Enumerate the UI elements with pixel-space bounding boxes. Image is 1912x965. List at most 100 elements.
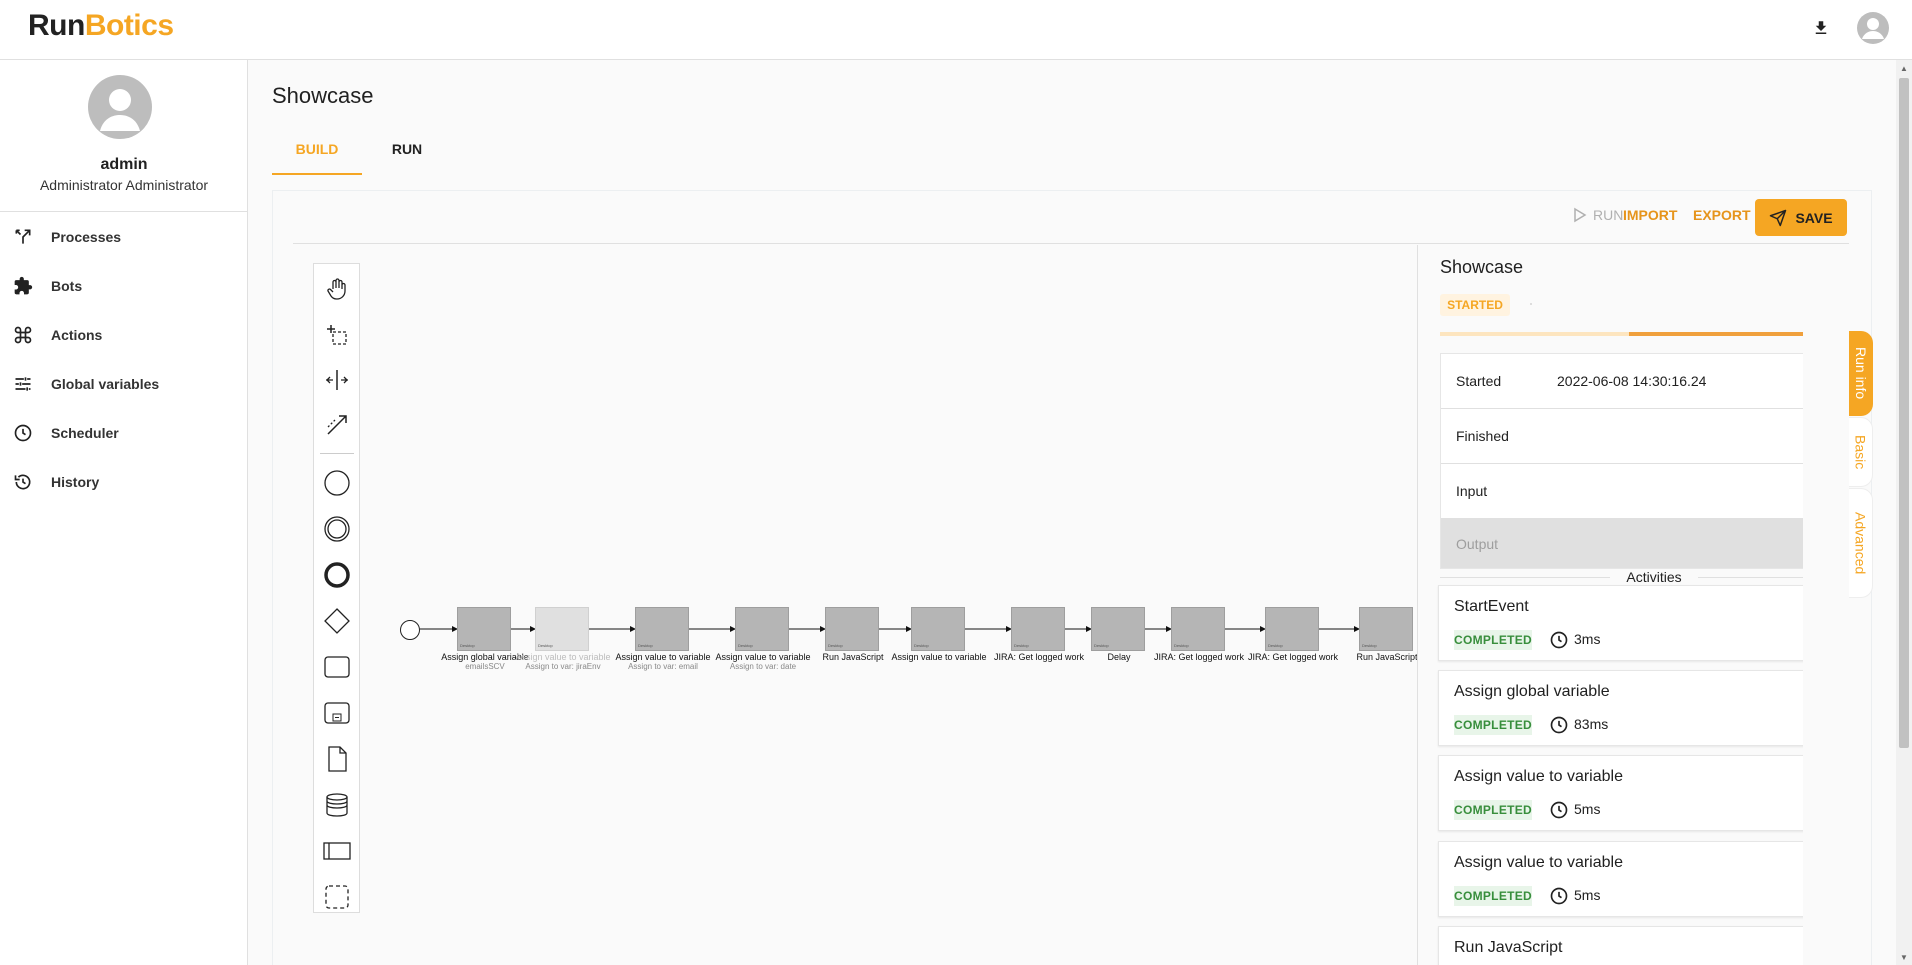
- user-avatar: [88, 75, 152, 139]
- lasso-tool-icon[interactable]: [320, 318, 354, 352]
- connect-tool-icon[interactable]: [320, 408, 354, 442]
- clock-icon: [1549, 800, 1569, 825]
- clock-icon: [1549, 630, 1569, 655]
- palette-divider: [320, 453, 354, 454]
- process-toolbar: RUN IMPORT EXPORT SAVE: [293, 191, 1849, 244]
- finished-row: Finished: [1441, 409, 1803, 464]
- run-button-label: RUN: [1593, 207, 1624, 223]
- task-node[interactable]: Desktop: [1011, 607, 1065, 651]
- download-icon[interactable]: [1804, 11, 1838, 45]
- send-icon: [1770, 209, 1787, 226]
- scrollbar-thumb[interactable]: [1899, 78, 1909, 748]
- app-logo[interactable]: RunBotics: [28, 9, 174, 43]
- group-tool-icon[interactable]: [320, 880, 354, 914]
- sidebar-item-processes[interactable]: Processes: [0, 212, 248, 261]
- pool-tool-icon[interactable]: [320, 834, 354, 868]
- start-event-tool-icon[interactable]: [320, 466, 354, 500]
- tool-palette: [313, 263, 360, 913]
- space-tool-icon[interactable]: [320, 363, 354, 397]
- activity-card[interactable]: Assign value to variable COMPLETED 5ms: [1438, 841, 1803, 917]
- top-bar: RunBotics: [0, 0, 1912, 60]
- task-tag: Desktop: [460, 643, 475, 648]
- gateway-tool-icon[interactable]: [320, 604, 354, 638]
- bpmn-canvas[interactable]: Desktop Assign global variable emailsSCV De…: [293, 245, 1417, 965]
- tab-advanced-label: Advanced: [1852, 511, 1869, 575]
- activity-card[interactable]: Assign global variable COMPLETED 83ms: [1438, 670, 1803, 746]
- activity-status-badge: COMPLETED: [1454, 715, 1532, 735]
- tab-run-info-label: Run info: [1853, 347, 1869, 400]
- task-node[interactable]: Desktop: [635, 607, 689, 651]
- tab-basic[interactable]: Basic: [1849, 417, 1873, 487]
- history-icon: [12, 471, 34, 493]
- tab-build[interactable]: BUILD: [272, 130, 362, 175]
- account-avatar-icon[interactable]: [1856, 11, 1890, 45]
- sidebar: admin Administrator Administrator Proces…: [0, 60, 248, 965]
- activity-name: Run JavaScript: [1454, 939, 1563, 956]
- tab-run[interactable]: RUN: [362, 130, 452, 175]
- sidebar-item-actions[interactable]: Actions: [0, 310, 248, 359]
- data-object-tool-icon[interactable]: [320, 742, 354, 776]
- activity-card[interactable]: Run JavaScript: [1438, 926, 1803, 965]
- task-tool-icon[interactable]: [320, 650, 354, 684]
- run-progress-indicator: [1629, 332, 1803, 336]
- task-node[interactable]: Desktop: [1091, 607, 1145, 651]
- sidebar-item-label: Bots: [51, 277, 83, 294]
- sidebar-item-global-variables[interactable]: Global variables: [0, 359, 248, 408]
- intermediate-event-tool-icon[interactable]: [320, 512, 354, 546]
- task-node[interactable]: Desktop: [911, 607, 965, 651]
- logo-text-botics: Botics: [84, 9, 174, 42]
- task-tag: Desktop: [914, 643, 929, 648]
- tab-advanced[interactable]: Advanced: [1849, 488, 1873, 598]
- task-tag: Desktop: [738, 643, 753, 648]
- task-tag: Desktop: [828, 643, 843, 648]
- processes-icon: [12, 226, 34, 248]
- output-label: Output: [1456, 535, 1499, 552]
- process-tabs: BUILD RUN: [272, 130, 452, 175]
- activity-duration: 5ms: [1574, 801, 1601, 817]
- logo-text-run: Run: [28, 9, 85, 42]
- save-button[interactable]: SAVE: [1755, 199, 1847, 236]
- page-title: Showcase: [272, 83, 374, 108]
- task-node[interactable]: Desktop: [1171, 607, 1225, 651]
- task-label-text: Delay: [1107, 652, 1131, 662]
- data-store-tool-icon[interactable]: [320, 788, 354, 822]
- export-button[interactable]: EXPORT: [1693, 207, 1751, 223]
- page-scrollbar[interactable]: ▲ ▼: [1896, 60, 1912, 965]
- run-button[interactable]: RUN: [1571, 207, 1623, 223]
- activity-name: Assign value to variable: [1454, 768, 1623, 785]
- task-tag: Desktop: [538, 643, 553, 648]
- started-row: Started 2022-06-08 14:30:16.24: [1441, 354, 1803, 409]
- started-value: 2022-06-08 14:30:16.24: [1557, 373, 1707, 389]
- clock-icon: [1549, 886, 1569, 911]
- status-badge: STARTED: [1440, 294, 1510, 316]
- sidebar-item-bots[interactable]: Bots: [0, 261, 248, 310]
- scroll-down-icon[interactable]: ▼: [1899, 952, 1909, 962]
- task-node[interactable]: Desktop: [457, 607, 511, 651]
- sidebar-item-scheduler[interactable]: Scheduler: [0, 408, 248, 457]
- import-button[interactable]: IMPORT: [1623, 207, 1677, 223]
- activity-status-badge: COMPLETED: [1454, 800, 1532, 820]
- input-accordion[interactable]: Input: [1441, 464, 1803, 519]
- sliders-icon: [12, 373, 34, 395]
- activities-heading: Activities: [1440, 569, 1803, 585]
- output-accordion[interactable]: Output: [1441, 519, 1803, 568]
- task-node[interactable]: Desktop: [1359, 607, 1413, 651]
- task-label-text: Run JavaScript: [822, 652, 884, 662]
- end-event-tool-icon[interactable]: [320, 558, 354, 592]
- task-label-text: Assign value to variable: [515, 652, 611, 662]
- task-node[interactable]: Desktop: [1265, 607, 1319, 651]
- task-node[interactable]: Desktop: [535, 607, 589, 651]
- activity-card[interactable]: StartEvent COMPLETED 3ms: [1438, 585, 1803, 661]
- task-node[interactable]: Desktop: [825, 607, 879, 651]
- activity-card[interactable]: Assign value to variable COMPLETED 5ms: [1438, 755, 1803, 831]
- run-details-card: Started 2022-06-08 14:30:16.24 Finished …: [1440, 353, 1803, 569]
- start-event[interactable]: [400, 620, 420, 640]
- task-label-text: JIRA: Get logged work: [1247, 652, 1339, 662]
- sidebar-item-history[interactable]: History: [0, 457, 248, 506]
- tab-run-info[interactable]: Run info: [1849, 331, 1873, 416]
- subprocess-tool-icon[interactable]: [320, 696, 354, 730]
- task-node[interactable]: Desktop: [735, 607, 789, 651]
- hand-tool-icon[interactable]: [320, 272, 354, 306]
- task-tag: Desktop: [1014, 643, 1029, 648]
- scroll-up-icon[interactable]: ▲: [1899, 63, 1909, 73]
